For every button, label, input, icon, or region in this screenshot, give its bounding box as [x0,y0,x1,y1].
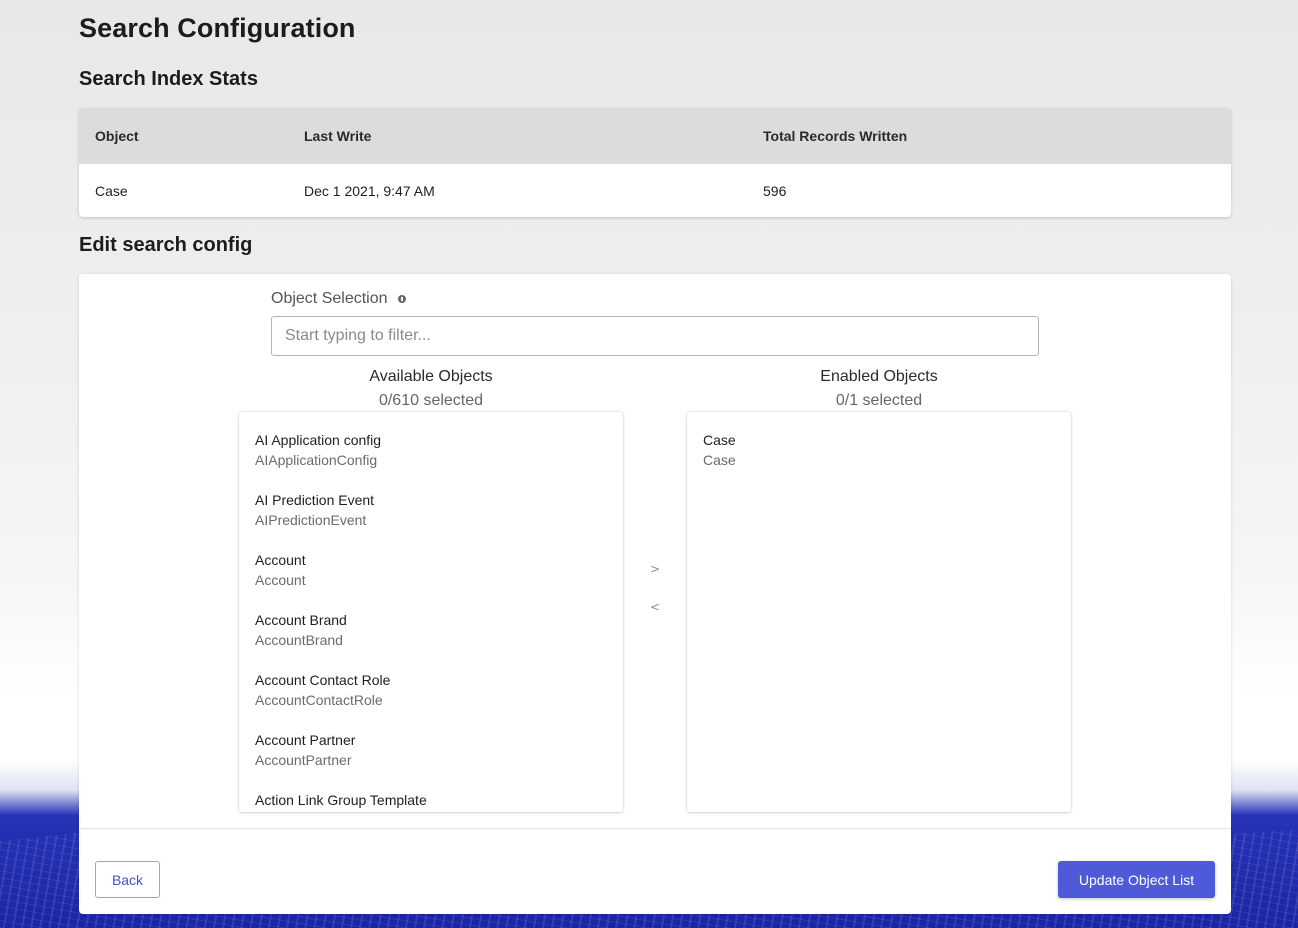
available-objects-list[interactable]: AI Application config AIApplicationConfi… [239,412,623,812]
cell-object: Case [95,182,128,199]
item-api-name: Account [255,572,306,588]
update-object-list-button[interactable]: Update Object List [1058,861,1215,898]
column-header-object: Object [95,128,139,144]
list-item[interactable]: Case Case [687,412,1071,472]
item-api-name: Case [703,452,736,468]
enabled-objects-count: 0/1 selected [835,392,923,409]
move-right-button[interactable]: > [647,562,663,576]
item-api-name: AccountContactRole [255,692,383,708]
enabled-objects-list[interactable]: Case Case [687,412,1071,812]
item-api-name: AIApplicationConfig [255,452,378,468]
enabled-objects-title: Enabled Objects [820,368,938,385]
item-api-name: AIPredictionEvent [255,512,367,528]
stats-section-title: Search Index Stats [79,68,258,90]
cell-last-write: Dec 1 2021, 9:47 AM [304,182,435,199]
item-api-name: AccountBrand [255,632,343,648]
available-objects-header: Available Objects 0/610 selected [239,368,623,410]
list-item[interactable]: Action Link Group Template [239,772,623,812]
item-label: Account Contact Role [255,672,391,688]
list-item[interactable]: AI Prediction Event AIPredictionEvent [239,472,623,532]
item-label: Account Partner [255,732,356,748]
list-item[interactable]: AI Application config AIApplicationConfi… [239,412,623,472]
footer-divider [79,828,1231,829]
table-row: Case Dec 1 2021, 9:47 AM 596 [79,164,1231,217]
item-label: Account Brand [255,612,347,628]
item-label: AI Application config [255,432,382,448]
available-objects-count: 0/610 selected [378,392,484,409]
list-item[interactable]: Account Partner AccountPartner [239,712,623,772]
item-label: Case [703,432,736,448]
item-label: Action Link Group Template [255,792,427,808]
item-label: AI Prediction Event [255,492,375,508]
edit-section-title: Edit search config [79,234,253,256]
cell-total-records: 596 [763,182,787,199]
object-selection-text: Object Selection [271,290,388,307]
list-item[interactable]: Account Contact Role AccountContactRole [239,652,623,712]
item-label: Account [255,552,306,568]
stats-table: Object Last Write Total Records Written … [79,108,1231,217]
info-icon[interactable] [397,295,406,303]
object-selection-label: Object Selection [271,290,406,308]
available-objects-title: Available Objects [369,368,493,385]
move-left-button[interactable]: < [647,600,663,614]
back-button[interactable]: Back [95,861,160,898]
stats-table-header: Object Last Write Total Records Written [79,108,1231,164]
edit-config-card: Object Selection Available Objects 0/610… [79,274,1231,914]
filter-input[interactable] [271,316,1039,356]
enabled-objects-header: Enabled Objects 0/1 selected [687,368,1071,410]
item-api-name: AccountPartner [255,752,352,768]
list-item[interactable]: Account Brand AccountBrand [239,592,623,652]
page-title: Search Configuration [79,13,356,43]
column-header-last-write: Last Write [304,128,372,144]
column-header-total-records: Total Records Written [763,128,908,144]
list-item[interactable]: Account Account [239,532,623,592]
